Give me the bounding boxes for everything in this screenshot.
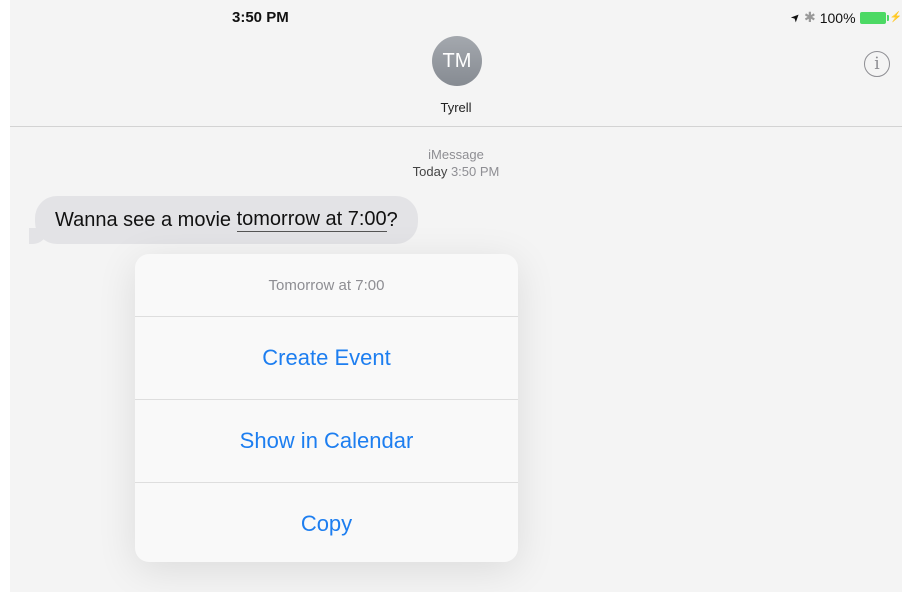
timestamp-day: Today — [412, 164, 448, 179]
conversation-header: TM Tyrell i — [10, 36, 902, 127]
info-icon[interactable]: i — [864, 51, 890, 77]
contact-name[interactable]: Tyrell — [10, 100, 902, 115]
status-indicators: ➤ ✱ 100% ⚡ — [788, 9, 902, 26]
message-text-end: ? — [386, 208, 398, 231]
charging-icon: ⚡ — [889, 12, 902, 23]
status-time: 3:50 PM — [232, 9, 289, 26]
detected-date-link[interactable]: tomorrow at 7:00 — [236, 208, 387, 232]
timestamp-time: 3:50 PM — [450, 164, 500, 179]
copy-button[interactable]: Copy — [135, 482, 518, 565]
data-detector-menu: Tomorrow at 7:00 Create Event Show in Ca… — [135, 254, 518, 562]
show-in-calendar-button[interactable]: Show in Calendar — [135, 399, 518, 482]
status-bar: 3:50 PM ➤ ✱ 100% ⚡ — [10, 0, 902, 36]
message-text-start: Wanna see a movie — [55, 208, 237, 231]
info-icon-glyph: i — [874, 54, 880, 74]
avatar[interactable]: TM — [432, 36, 482, 86]
message-bubble[interactable]: Wanna see a movie tomorrow at 7:00? — [29, 196, 418, 244]
messages-screen: 3:50 PM ➤ ✱ 100% ⚡ TM Tyrell i iMessage … — [10, 0, 902, 592]
location-icon: ➤ — [788, 10, 804, 26]
service-label: iMessage — [428, 147, 484, 162]
battery-icon — [859, 11, 889, 24]
menu-title: Tomorrow at 7:00 — [268, 276, 385, 294]
battery-percent: 100% — [819, 9, 856, 26]
avatar-initials: TM — [442, 49, 472, 72]
create-event-button[interactable]: Create Event — [135, 316, 518, 399]
message-timestamp: iMessage Today 3:50 PM — [10, 146, 902, 180]
bluetooth-icon: ✱ — [804, 9, 816, 25]
